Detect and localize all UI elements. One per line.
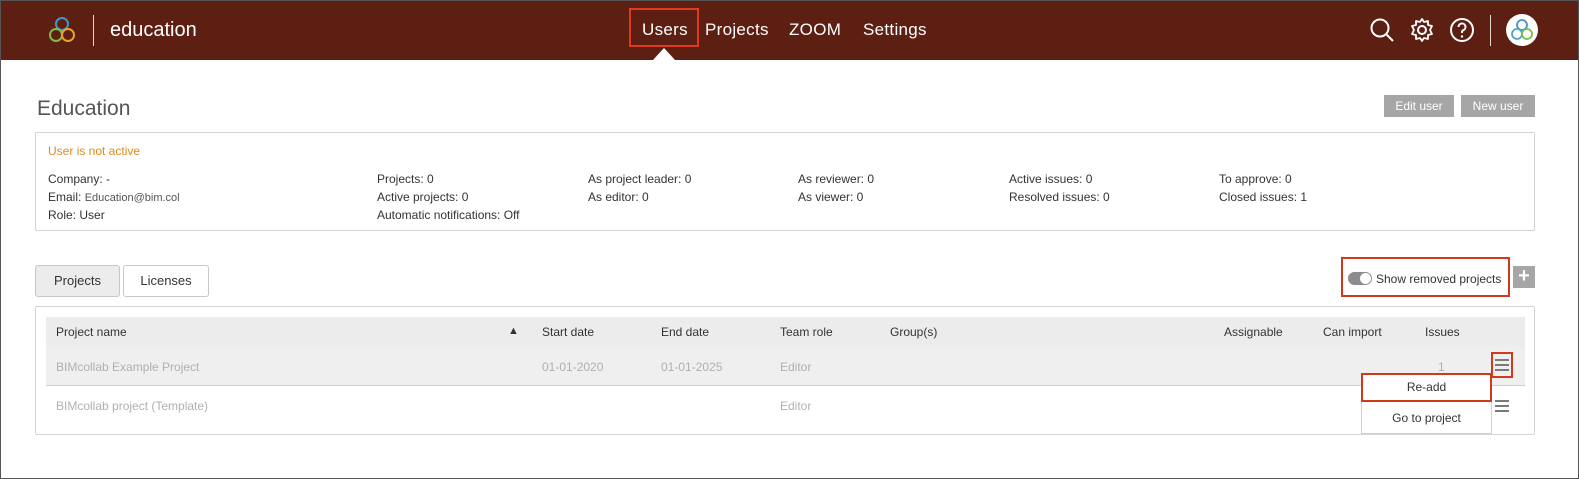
new-user-button[interactable]: New user xyxy=(1461,95,1535,117)
brand-name[interactable]: education xyxy=(110,19,197,42)
help-icon[interactable] xyxy=(1449,17,1475,43)
company-text: Company: - xyxy=(48,172,111,186)
nav-users[interactable]: Users xyxy=(642,20,688,40)
header-assignable[interactable]: Assignable xyxy=(1224,325,1283,339)
active-issues: Active issues: 0 xyxy=(1009,172,1093,186)
header-project-name[interactable]: Project name xyxy=(56,325,127,339)
nav-settings[interactable]: Settings xyxy=(863,20,927,40)
email-label: Email: xyxy=(48,190,82,204)
header-can-import[interactable]: Can import xyxy=(1323,325,1382,339)
row-start-date: 01-01-2020 xyxy=(542,360,604,374)
nav-projects[interactable]: Projects xyxy=(705,20,769,40)
sort-asc-icon[interactable]: ▲ xyxy=(508,325,519,337)
top-navigation-bar: education Users Projects ZOOM Settings xyxy=(1,1,1578,60)
table-header: Project name ▲ Start date End date Team … xyxy=(46,317,1525,347)
row2-team-role: Editor xyxy=(780,399,812,413)
header-end-date[interactable]: End date xyxy=(661,325,709,339)
header-issues[interactable]: Issues xyxy=(1425,325,1460,339)
auto-notifications: Automatic notifications: Off xyxy=(377,208,520,222)
email-row: Email: Education@bim.col xyxy=(48,190,180,204)
active-nav-caret xyxy=(653,48,675,60)
header-divider xyxy=(1490,15,1491,46)
row-menu-icon[interactable] xyxy=(1495,359,1509,371)
user-avatar[interactable] xyxy=(1506,14,1538,46)
go-to-project-menu-item[interactable]: Go to project xyxy=(1361,405,1492,433)
role-text: Role: User xyxy=(48,208,105,222)
tab-licenses[interactable]: Licenses xyxy=(123,265,209,297)
row-team-role: Editor xyxy=(780,360,812,374)
show-removed-label[interactable]: Show removed projects xyxy=(1376,272,1501,286)
page-title: Education xyxy=(37,97,131,120)
row2-menu-icon[interactable] xyxy=(1495,400,1509,412)
user-info-panel: User is not active Company: - Email: Edu… xyxy=(35,132,1535,231)
header-team-role[interactable]: Team role xyxy=(780,325,833,339)
closed-issues: Closed issues: 1 xyxy=(1219,190,1308,204)
as-viewer: As viewer: 0 xyxy=(798,190,864,204)
gear-icon[interactable] xyxy=(1409,17,1435,43)
edit-user-button[interactable]: Edit user xyxy=(1384,95,1454,117)
to-approve: To approve: 0 xyxy=(1219,172,1292,186)
header-start-date[interactable]: Start date xyxy=(542,325,594,339)
tab-projects[interactable]: Projects xyxy=(35,265,120,297)
projects-table: Project name ▲ Start date End date Team … xyxy=(35,306,1535,435)
search-icon[interactable] xyxy=(1369,17,1395,43)
row-project-name: BIMcollab Example Project xyxy=(56,360,200,374)
status-text: User is not active xyxy=(48,144,141,158)
nav-zoom[interactable]: ZOOM xyxy=(789,20,841,40)
add-project-button[interactable]: + xyxy=(1513,266,1535,288)
toggle-knob xyxy=(1360,273,1371,284)
row-end-date: 01-01-2025 xyxy=(661,360,723,374)
show-removed-toggle[interactable] xyxy=(1348,272,1372,285)
as-editor: As editor: 0 xyxy=(588,190,649,204)
header-groups[interactable]: Group(s) xyxy=(890,325,937,339)
row-issues: 1 xyxy=(1438,360,1445,374)
email-value: Education@bim.col xyxy=(84,192,180,204)
projects-count: Projects: 0 xyxy=(377,172,434,186)
as-project-leader: As project leader: 0 xyxy=(588,172,692,186)
table-row[interactable]: BIMcollab Example Project 01-01-2020 01-… xyxy=(46,347,1525,386)
as-reviewer: As reviewer: 0 xyxy=(798,172,875,186)
resolved-issues: Resolved issues: 0 xyxy=(1009,190,1110,204)
brand-divider xyxy=(93,15,94,46)
readd-menu-item[interactable]: Re-add xyxy=(1361,373,1492,402)
row2-project-name: BIMcollab project (Template) xyxy=(56,399,209,413)
active-projects-count: Active projects: 0 xyxy=(377,190,469,204)
avatar-logo-icon xyxy=(1511,19,1533,40)
bimcollab-logo[interactable] xyxy=(47,15,77,45)
